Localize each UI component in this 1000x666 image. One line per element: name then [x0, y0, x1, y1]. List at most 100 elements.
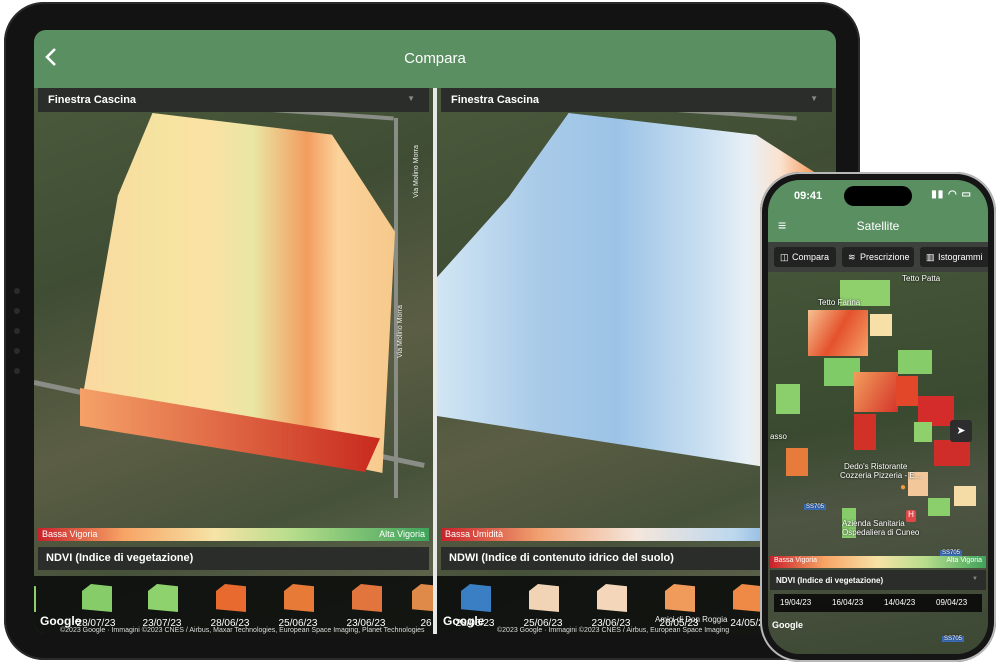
- thumbnail-image: [665, 584, 695, 612]
- date-item[interactable]: 09/04/23: [936, 598, 967, 607]
- field-overlay: [914, 422, 932, 442]
- tablet-sensor: [14, 328, 20, 334]
- field-overlay: [808, 310, 868, 356]
- page-title: Satellite: [856, 219, 900, 233]
- place-label: Dedo's Ristorante: [844, 462, 908, 471]
- place-label: asso: [770, 432, 787, 441]
- road-shield: SS705: [942, 636, 965, 642]
- compare-icon: ◫: [780, 252, 789, 262]
- chevron-down-icon: ▼: [407, 94, 415, 103]
- field-overlay: [898, 350, 932, 374]
- date-strip[interactable]: 19/04/23 16/04/23 14/04/23 09/04/23: [774, 594, 982, 612]
- tab-prescrizione[interactable]: ≋ Prescrizione: [842, 247, 914, 267]
- map-attribution: ©2023 Google · Immagini ©2023 CNES / Air…: [497, 627, 730, 634]
- index-select-value: NDWI (Indice di contenuto idrico del suo…: [449, 552, 674, 564]
- satellite-map[interactable]: Tetto Patta Tetto Farina Dedo's Ristoran…: [768, 272, 988, 654]
- legend-high-label: Alta Vigoria: [379, 529, 425, 539]
- map-attribution: ©2023 Google · Immagini ©2023 CNES / Air…: [60, 627, 425, 634]
- place-label: Ospedaliera di Cuneo: [842, 528, 920, 537]
- field-overlay: [854, 372, 898, 412]
- page-title: Compara: [404, 50, 466, 67]
- ndvi-legend: Bassa Vigoria Alta Vigoria: [38, 528, 429, 541]
- tab-istogrammi[interactable]: ▥ Istogrammi: [920, 247, 988, 267]
- status-bar: 09:41 ▮▮ ◠ ▭: [768, 180, 988, 210]
- thumbnail-image: [597, 584, 627, 612]
- date-thumbnail[interactable]: 26: [398, 576, 433, 634]
- chevron-down-icon: ▼: [810, 94, 818, 103]
- thumbnail-image: [148, 584, 178, 612]
- place-label: Tetto Farina: [818, 298, 861, 307]
- index-select[interactable]: NDVI (Indice di vegetazione): [38, 547, 429, 570]
- legend-low-label: Bassa Umidità: [445, 529, 504, 539]
- field-overlay: [786, 448, 808, 476]
- field-overlay: [854, 414, 876, 450]
- field-overlay: [870, 314, 892, 336]
- index-select-value: NDVI (Indice di vegetazione): [46, 552, 194, 564]
- thumbnail-image: [216, 584, 246, 612]
- field-overlay: [934, 440, 970, 466]
- legend-low-label: Bassa Vigoria: [774, 557, 818, 564]
- place-label: Azienda Sanitaria: [842, 519, 905, 528]
- date-item[interactable]: 16/04/23: [832, 598, 863, 607]
- tool-tabs: ◫ Compara ≋ Prescrizione ▥ Istogrammi: [768, 242, 988, 272]
- tab-label: Prescrizione: [860, 252, 910, 262]
- app-header: ≡ Satellite: [768, 210, 988, 242]
- date-item[interactable]: 14/04/23: [884, 598, 915, 607]
- left-map-pane[interactable]: Via Molino Morra Via Molino Morra Finest…: [34, 88, 433, 634]
- google-logo: Google: [772, 620, 803, 630]
- tablet-screen: Compara Via Molino Morra Via Molino Morr…: [34, 30, 836, 634]
- chevron-down-icon: ▼: [972, 576, 978, 582]
- legend-high-label: Alta Vigoria: [946, 557, 982, 564]
- date-thumbnail[interactable]: 23/07/23: [134, 576, 190, 634]
- date-thumbnail[interactable]: 25/06/23: [270, 576, 326, 634]
- field-overlay: [954, 486, 976, 506]
- field-select-value: Finestra Cascina: [451, 94, 540, 106]
- field-overlay: [928, 498, 950, 516]
- dynamic-island: [844, 186, 912, 206]
- index-select[interactable]: NDVI (Indice di vegetazione) ▼: [770, 570, 986, 590]
- phone-screen: 09:41 ▮▮ ◠ ▭ ≡ Satellite ◫ Compara ≋ Pre…: [768, 180, 988, 654]
- index-select-value: NDVI (Indice di vegetazione): [776, 576, 884, 585]
- tablet-camera: [14, 288, 20, 294]
- tablet-device: Compara Via Molino Morra Via Molino Morr…: [4, 2, 860, 660]
- legend-low-label: Bassa Vigoria: [42, 529, 98, 539]
- phone-device: 09:41 ▮▮ ◠ ▭ ≡ Satellite ◫ Compara ≋ Pre…: [760, 172, 996, 662]
- ndvi-legend: Bassa Vigoria Alta Vigoria: [770, 556, 986, 568]
- tablet-sensor: [14, 368, 20, 374]
- tab-label: Compara: [792, 252, 830, 262]
- date-thumbnail[interactable]: 26/05/23: [651, 576, 707, 634]
- field-overlay: [896, 376, 918, 406]
- status-time: 09:41: [794, 190, 823, 202]
- place-label: Tetto Patta: [902, 274, 941, 283]
- place-label: Amici di Don Roggia: [655, 615, 728, 624]
- thumbnail-image: [461, 584, 491, 612]
- thumbnail-image: [529, 584, 559, 612]
- date-item[interactable]: 19/04/23: [780, 598, 811, 607]
- date-thumbnail[interactable]: 23/06/23: [338, 576, 394, 634]
- google-logo: Google: [443, 614, 485, 628]
- google-logo: Google: [40, 614, 82, 628]
- date-thumbnail[interactable]: 23/06/23: [583, 576, 639, 634]
- thumbnail-image: [733, 584, 763, 612]
- thumbnail-image: [82, 584, 112, 612]
- thumbnail-image: [412, 584, 433, 612]
- layers-icon: ≋: [848, 252, 856, 262]
- field-select[interactable]: Finestra Cascina ▼: [38, 88, 429, 112]
- thumbnail-image: [34, 584, 36, 612]
- street-label: Via Molino Morra: [396, 305, 404, 358]
- app-header: Compara: [34, 30, 836, 88]
- field-select-value: Finestra Cascina: [48, 94, 137, 106]
- date-thumbnail[interactable]: 28/06/23: [202, 576, 258, 634]
- navigation-arrow-icon[interactable]: ➤: [950, 420, 972, 442]
- tablet-sensor: [14, 348, 20, 354]
- map-icon: ▥: [926, 252, 935, 262]
- restaurant-pin-icon: ●: [900, 482, 907, 493]
- tab-compara[interactable]: ◫ Compara: [774, 247, 836, 267]
- field-select[interactable]: Finestra Cascina ▼: [441, 88, 832, 112]
- tab-label: Istogrammi: [938, 252, 983, 262]
- place-label: Cozzeria Pizzeria - E...: [840, 471, 922, 480]
- street-label: Via Molino Morra: [412, 145, 420, 198]
- thumbnail-image: [284, 584, 314, 612]
- date-thumbnail[interactable]: 25/06/23: [515, 576, 571, 634]
- date-thumbnail-strip[interactable]: 28/07/23 23/07/23 28/06/23 25/06/23 23/0…: [34, 576, 433, 634]
